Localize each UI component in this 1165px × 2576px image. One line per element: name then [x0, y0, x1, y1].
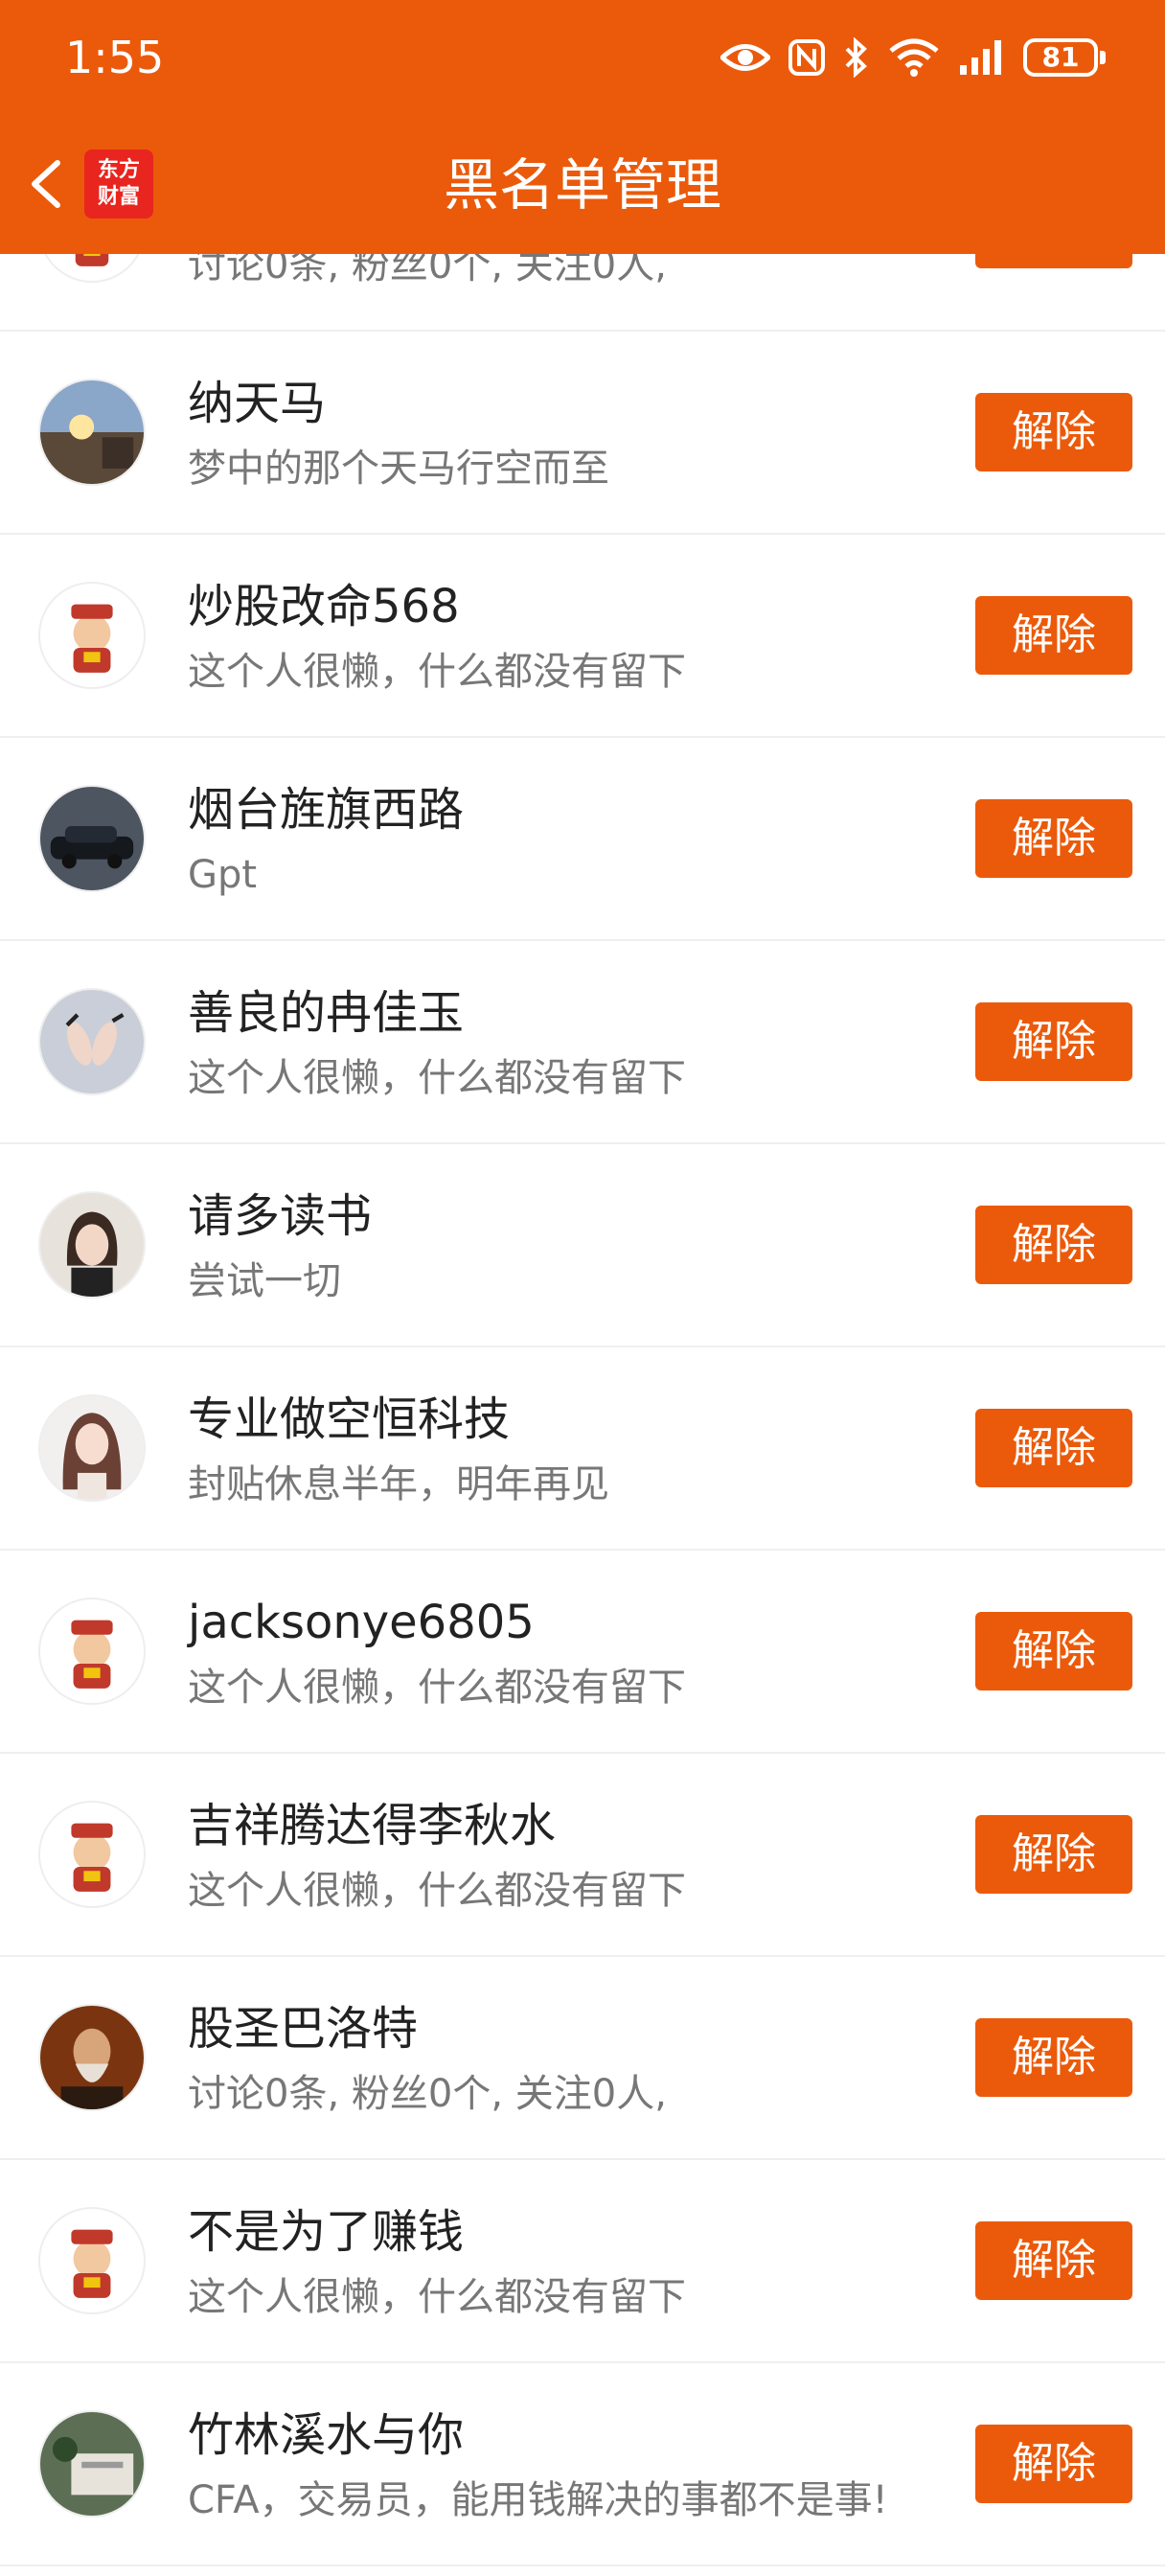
user-name: 不是为了赚钱 [188, 2205, 465, 2259]
user-bio: 梦中的那个天马行空而至 [188, 447, 609, 491]
unblock-button[interactable]: 解除 [975, 1206, 1132, 1284]
user-bio: 这个人很懒，什么都没有留下 [188, 2275, 686, 2319]
page-title: 黑名单管理 [443, 152, 721, 218]
unblock-button[interactable]: 解除 [975, 1409, 1132, 1487]
navigation-bar: 东方 财富 黑名单管理 [0, 134, 1165, 235]
list-item: 专业做空恒科技 封贴休息半年，明年再见 解除 [0, 1347, 1165, 1551]
status-bar: 1:55 81 [0, 0, 1165, 115]
status-icons: 81 [720, 29, 1106, 86]
unblock-button[interactable]: 解除 [975, 2221, 1132, 2300]
avatar [38, 785, 146, 892]
unblock-button[interactable]: 解除 [975, 1612, 1132, 1690]
avatar [38, 379, 146, 486]
app-header: 1:55 81 东方 财富 黑名单管理 [0, 0, 1165, 254]
bluetooth-icon [845, 37, 867, 78]
unblock-button[interactable]: 解除 [975, 1815, 1132, 1894]
user-bio: 讨论0条, 粉丝0个, 关注0人, [188, 2072, 667, 2116]
user-name: 请多读书 [188, 1189, 373, 1243]
list-item: 纳天马 梦中的那个天马行空而至 解除 [0, 332, 1165, 535]
avatar [38, 1394, 146, 1502]
woman-photo-avatar-icon [40, 1193, 144, 1297]
unblock-button[interactable]: 解除 [975, 2018, 1132, 2097]
user-bio: 这个人很懒，什么都没有留下 [188, 1056, 686, 1100]
avatar [38, 2410, 146, 2518]
avatar [38, 1801, 146, 1908]
sunset-photo-avatar-icon [40, 380, 144, 484]
avatar [38, 582, 146, 689]
battery-indicator: 81 [1023, 38, 1106, 77]
avatar [38, 2004, 146, 2111]
fortune-god-avatar-icon [40, 584, 144, 687]
status-time: 1:55 [65, 32, 165, 83]
user-bio: CFA，交易员，能用钱解决的事都不是事! [188, 2478, 888, 2522]
unblock-button[interactable]: 解除 [975, 2425, 1132, 2503]
user-name: jacksonye6805 [188, 1596, 535, 1649]
user-bio: 尝试一切 [188, 1259, 341, 1303]
unblock-button[interactable]: 解除 [975, 799, 1132, 878]
wifi-icon [889, 38, 939, 77]
fortune-god-avatar-icon [40, 1803, 144, 1906]
user-name: 股圣巴洛特 [188, 2002, 419, 2056]
user-name: 吉祥腾达得李秋水 [188, 1799, 557, 1852]
eye-icon [720, 44, 770, 71]
car-photo-avatar-icon [40, 787, 144, 890]
user-bio: 封贴休息半年，明年再见 [188, 1462, 609, 1506]
user-name: 专业做空恒科技 [188, 1392, 511, 1446]
signal-icon [960, 40, 1001, 75]
list-item: 炒股改命568 这个人很懒，什么都没有留下 解除 [0, 535, 1165, 738]
woman-photo-avatar-icon [40, 1396, 144, 1500]
feet-photo-avatar-icon [40, 990, 144, 1093]
user-name: 善良的冉佳玉 [188, 986, 465, 1040]
avatar [38, 2207, 146, 2314]
fortune-god-avatar-icon [40, 1599, 144, 1703]
list-item: 竹林溪水与你 CFA，交易员，能用钱解决的事都不是事! 解除 [0, 2363, 1165, 2566]
user-bio: Gpt [188, 853, 258, 897]
user-bio: 这个人很懒，什么都没有留下 [188, 650, 686, 694]
user-bio: 这个人很懒，什么都没有留下 [188, 1869, 686, 1913]
unblock-button[interactable]: 解除 [975, 596, 1132, 675]
unblock-button[interactable]: 解除 [975, 393, 1132, 472]
list-item: 股圣巴洛特 讨论0条, 粉丝0个, 关注0人, 解除 [0, 1957, 1165, 2160]
user-name: 炒股改命568 [188, 580, 460, 633]
nfc-icon [788, 39, 825, 76]
avatar [38, 1598, 146, 1705]
list-item: 请多读书 尝试一切 解除 [0, 1144, 1165, 1347]
list-item: 烟台旌旗西路 Gpt 解除 [0, 738, 1165, 941]
desk-photo-avatar-icon [40, 2412, 144, 2516]
user-name: 竹林溪水与你 [188, 2408, 465, 2462]
unblock-button[interactable]: 解除 [975, 1002, 1132, 1081]
avatar [38, 988, 146, 1095]
list-item: 不是为了赚钱 这个人很懒，什么都没有留下 解除 [0, 2160, 1165, 2363]
fortune-god-avatar-icon [40, 2209, 144, 2312]
list-item: 善良的冉佳玉 这个人很懒，什么都没有留下 解除 [0, 941, 1165, 1144]
avatar [38, 1191, 146, 1299]
user-name: 纳天马 [188, 377, 327, 430]
user-bio: 这个人很懒，什么都没有留下 [188, 1666, 686, 1710]
user-name: 烟台旌旗西路 [188, 783, 465, 837]
old-man-photo-avatar-icon [40, 2006, 144, 2109]
list-item: jacksonye6805 这个人很懒，什么都没有留下 解除 [0, 1551, 1165, 1754]
list-item: 吉祥腾达得李秋水 这个人很懒，什么都没有留下 解除 [0, 1754, 1165, 1957]
